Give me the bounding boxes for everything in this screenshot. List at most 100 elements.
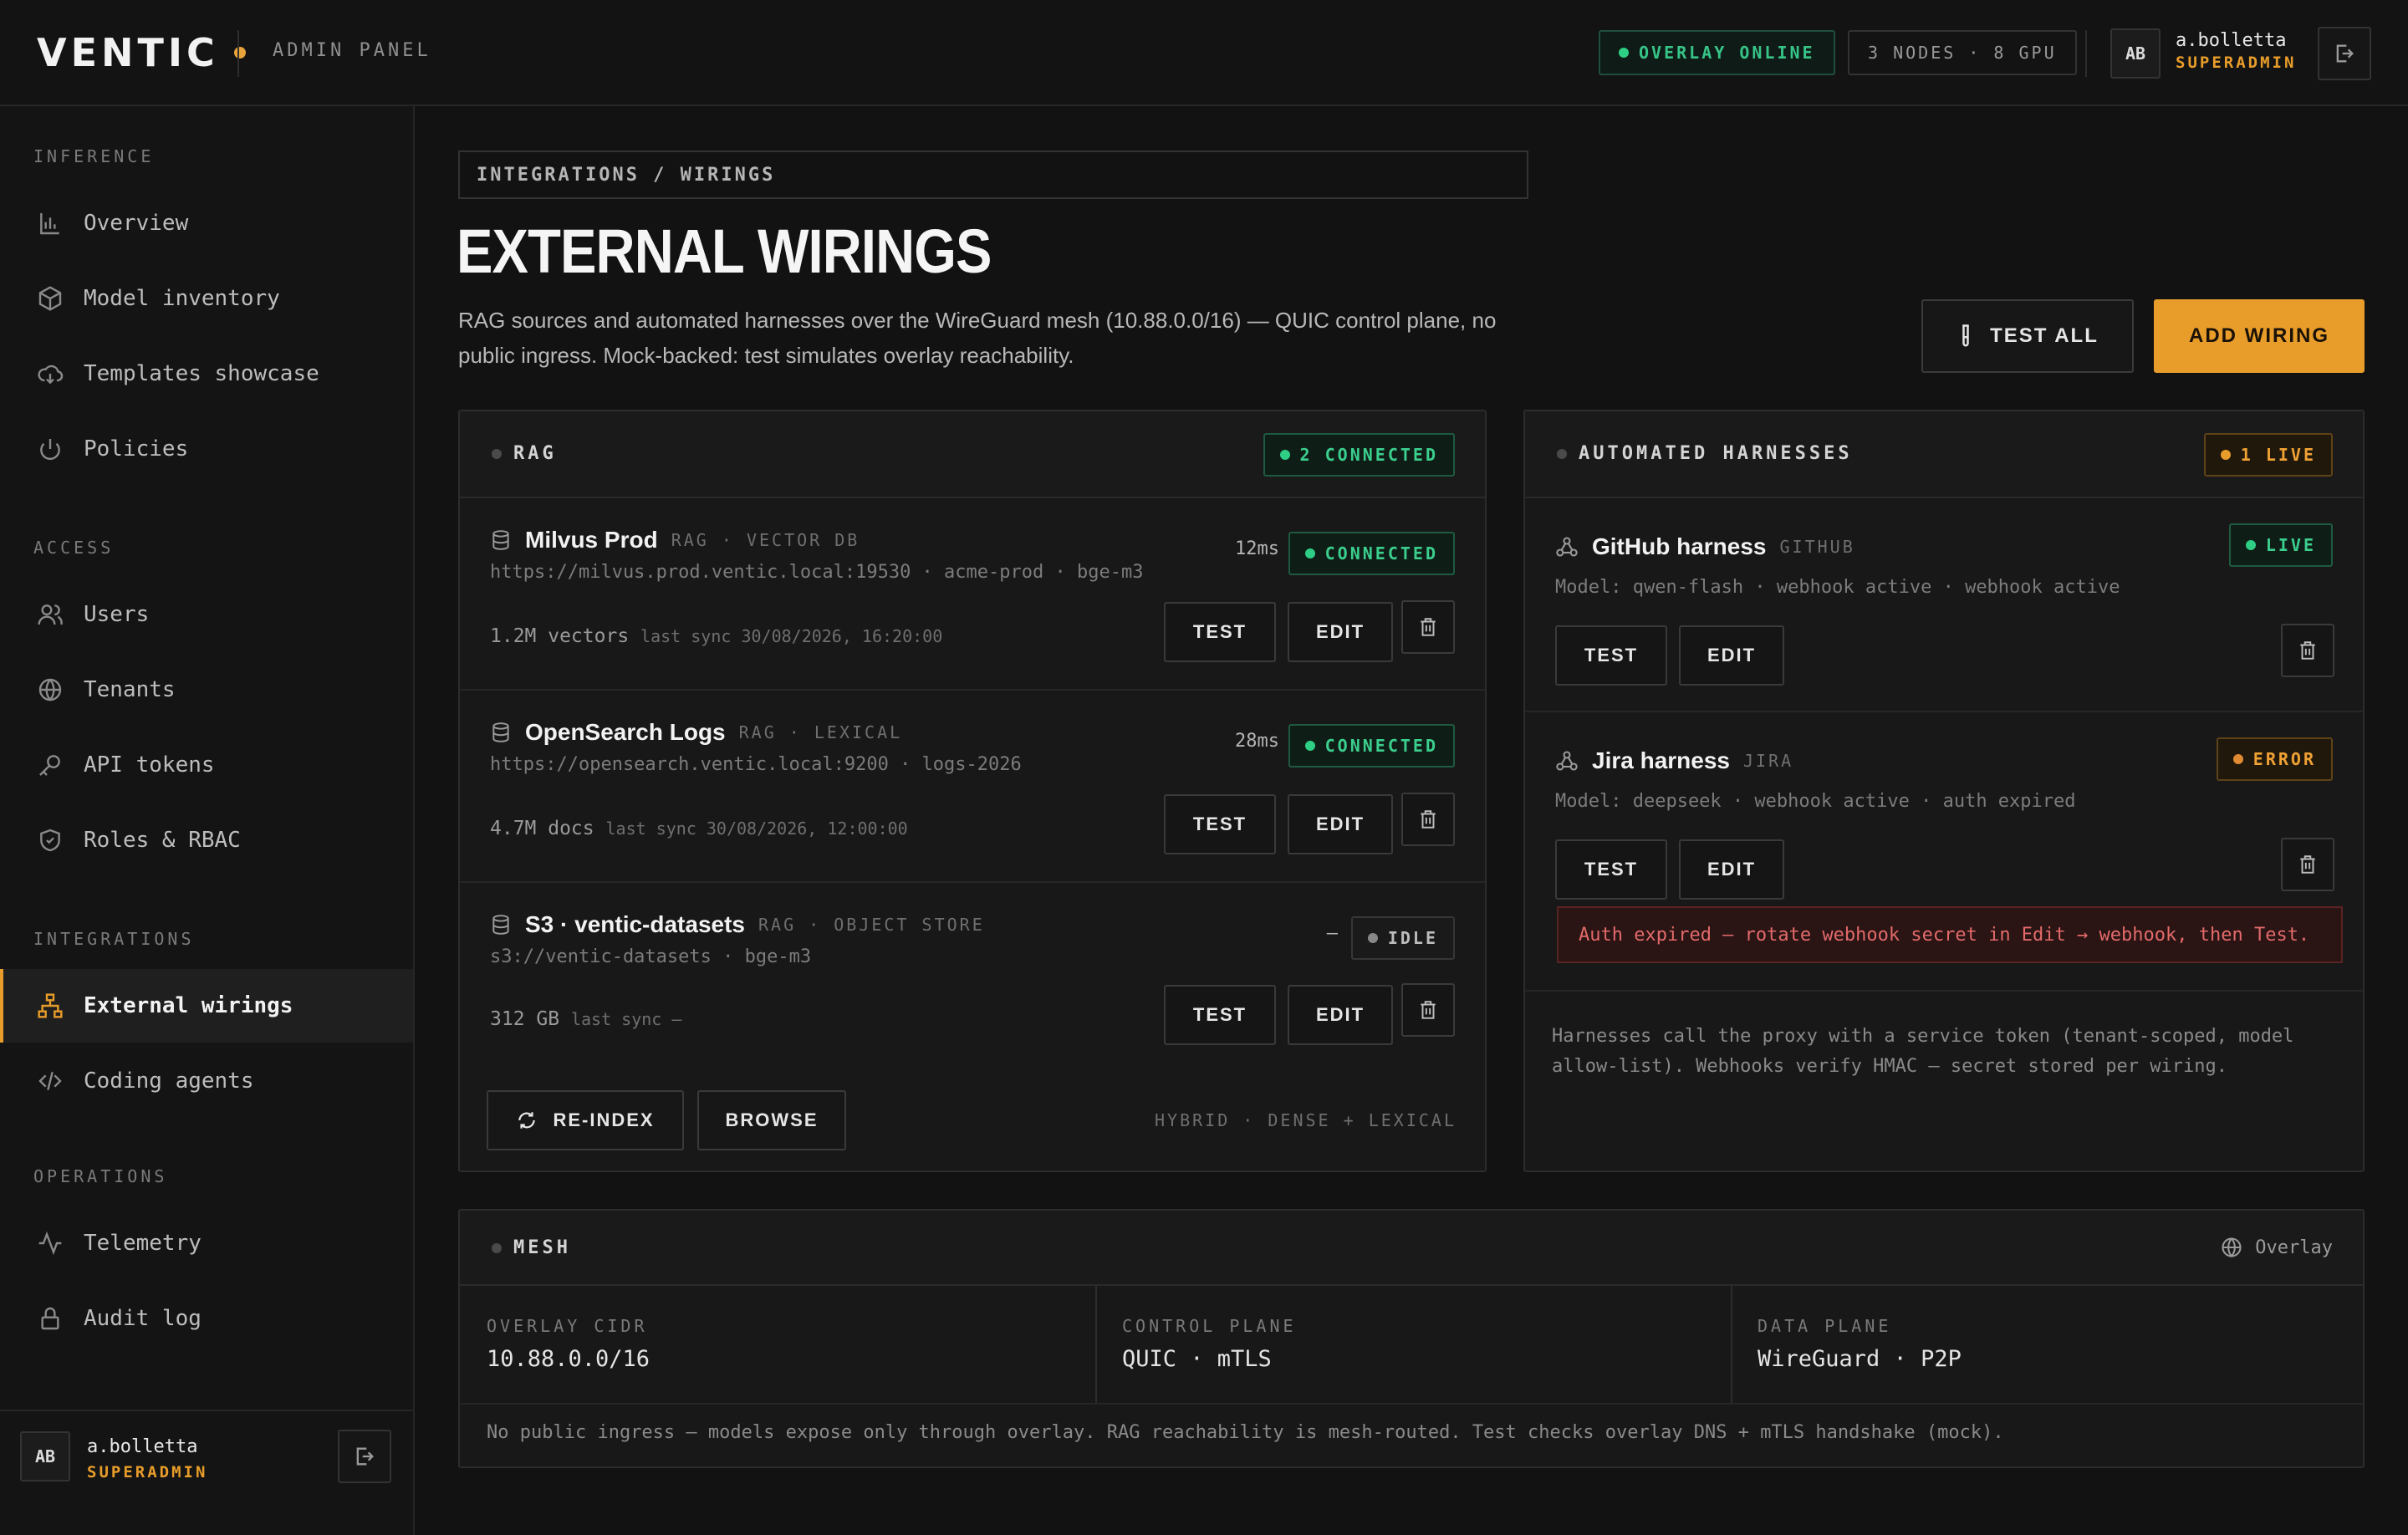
section-dot-icon <box>492 1242 502 1253</box>
test-all-button[interactable]: TEST ALL <box>1921 299 2134 373</box>
overlay-label: Overlay <box>2255 1237 2333 1258</box>
delete-button[interactable] <box>1401 793 1455 846</box>
database-icon <box>492 722 509 742</box>
trash-icon <box>2300 641 2315 660</box>
harness-name-text: GitHub harness <box>1592 533 1767 559</box>
logout-button[interactable] <box>2318 27 2371 80</box>
edit-button[interactable]: EDIT <box>1679 839 1784 900</box>
trash-icon <box>1421 810 1436 829</box>
sync-text: last sync 30/08/2026, 16:20:00 <box>640 626 943 646</box>
status-text: LIVE <box>2265 535 2316 555</box>
nav-section-operations: OPERATIONS <box>33 1166 168 1186</box>
top-bar: VENTIC ADMIN PANEL OVERLAY ONLINE 3 NODE… <box>0 0 2408 106</box>
bar-chart-icon <box>40 213 59 235</box>
list-item: Jira harness JIRA ERROR Model: deepseek ·… <box>1525 712 2363 992</box>
harness-meta: Model: deepseek · webhook active · auth … <box>1555 791 2076 812</box>
status-dot-icon <box>1619 48 1629 58</box>
sidebar-item-overview[interactable]: Overview <box>0 186 413 260</box>
status-text: IDLE <box>1387 928 1438 948</box>
harnesses-note: Harnesses call the proxy with a service … <box>1552 1026 2294 1077</box>
edit-button[interactable]: EDIT <box>1679 625 1784 686</box>
user-role: SUPERADMIN <box>87 1463 208 1481</box>
sidebar-footer: AB a.bolletta SUPERADMIN <box>0 1410 413 1535</box>
sidebar-item-telemetry[interactable]: Telemetry <box>0 1206 413 1280</box>
sidebar-item-audit-log[interactable]: Audit log <box>0 1282 413 1355</box>
sidebar-item-external-wirings[interactable]: External wirings <box>0 969 413 1043</box>
mesh-cell-overlay-cidr: OVERLAY CIDR 10.88.0.0/16 <box>487 1286 1072 1403</box>
breadcrumb[interactable]: INTEGRATIONS / WIRINGS <box>458 150 1528 199</box>
key-icon <box>39 755 60 776</box>
edit-button[interactable]: EDIT <box>1288 794 1393 854</box>
add-wiring-button[interactable]: ADD WIRING <box>2154 299 2365 373</box>
list-item: OpenSearch Logs RAG · LEXICAL https://ope… <box>460 691 1485 883</box>
browse-button[interactable]: BROWSE <box>697 1090 846 1150</box>
trash-icon <box>1421 618 1436 636</box>
page-title: EXTERNAL WIRINGS <box>457 217 992 286</box>
cube-icon <box>38 286 62 311</box>
mesh-cell-label: OVERLAY CIDR <box>487 1316 648 1336</box>
harness-name: Jira harness JIRA <box>1555 747 1793 774</box>
test-button[interactable]: TEST <box>1555 625 1667 686</box>
harness-tag: GITHUB <box>1779 537 1855 557</box>
delete-button[interactable] <box>1401 983 1455 1037</box>
sidebar-item-label: Policies <box>84 436 189 462</box>
avatar[interactable]: AB <box>2110 28 2161 79</box>
test-button[interactable]: TEST <box>1164 985 1276 1045</box>
sidebar-item-users[interactable]: Users <box>0 578 413 651</box>
wiring-name-text: OpenSearch Logs <box>525 719 726 745</box>
page-description: RAG sources and automated harnesses over… <box>458 308 1497 368</box>
test-button[interactable]: TEST <box>1164 602 1276 662</box>
lock-icon <box>41 1307 59 1330</box>
status-text: CONNECTED <box>1324 543 1438 564</box>
sidebar-item-templates-showcase[interactable]: Templates showcase <box>0 337 413 411</box>
divider <box>237 30 239 77</box>
rag-status-text: 2 CONNECTED <box>1299 445 1438 465</box>
mesh-panel-header: MESH Overlay <box>460 1211 2363 1286</box>
overlay-indicator[interactable]: Overlay <box>2220 1236 2333 1259</box>
sidebar-item-coding-agents[interactable]: Coding agents <box>0 1044 413 1118</box>
latency: 28ms <box>1235 731 1279 752</box>
globe-icon <box>2222 1237 2242 1258</box>
status-badge: 2 CONNECTED <box>1263 433 1455 477</box>
sidebar-item-model-inventory[interactable]: Model inventory <box>0 262 413 335</box>
delete-button[interactable] <box>1401 600 1455 654</box>
divider <box>1731 1286 1732 1403</box>
delete-button[interactable] <box>2281 624 2334 677</box>
sidebar-item-label: Model inventory <box>84 286 280 311</box>
divider <box>460 1403 2363 1405</box>
overlay-status-pill: OVERLAY ONLINE <box>1599 30 1835 75</box>
mesh-cell-label: CONTROL PLANE <box>1122 1316 1297 1336</box>
harnesses-title-text: AUTOMATED HARNESSES <box>1579 443 1853 464</box>
wiring-url: https://opensearch.ventic.local:9200 · l… <box>490 754 1022 775</box>
logo-text: VENTIC <box>37 30 219 75</box>
globe-icon <box>38 678 62 701</box>
test-tube-icon <box>1962 324 1969 347</box>
edit-button[interactable]: EDIT <box>1288 985 1393 1045</box>
sidebar-item-policies[interactable]: Policies <box>0 412 413 486</box>
wiring-name-text: Milvus Prod <box>525 527 658 553</box>
logout-button[interactable] <box>338 1430 391 1483</box>
status-badge: CONNECTED <box>1288 724 1455 768</box>
harness-name: GitHub harness GITHUB <box>1555 533 1855 560</box>
sidebar-item-label: Audit log <box>84 1306 202 1331</box>
wiring-name-text: S3 · ventic-datasets <box>525 911 745 937</box>
test-button[interactable]: TEST <box>1164 794 1276 854</box>
avatar[interactable]: AB <box>20 1431 70 1481</box>
reindex-button[interactable]: RE-INDEX <box>487 1090 684 1150</box>
sidebar-item-tenants[interactable]: Tenants <box>0 653 413 727</box>
code-icon <box>38 1072 62 1090</box>
sidebar-item-roles-rbac[interactable]: Roles & RBAC <box>0 803 413 877</box>
trash-icon <box>2300 855 2315 874</box>
rag-title-text: RAG <box>513 443 557 464</box>
mesh-cell-data-plane: DATA PLANE WireGuard · P2P <box>1758 1286 2343 1403</box>
delete-button[interactable] <box>2281 838 2334 891</box>
nav-section-inference: INFERENCE <box>33 146 155 166</box>
edit-button[interactable]: EDIT <box>1288 602 1393 662</box>
list-item: Milvus Prod RAG · VECTOR DB https://milvu… <box>460 498 1485 691</box>
network-icon <box>38 993 63 1018</box>
status-badge: LIVE <box>2228 523 2333 567</box>
test-button[interactable]: TEST <box>1555 839 1667 900</box>
logo[interactable]: VENTIC <box>37 30 246 75</box>
reindex-label: RE-INDEX <box>553 1109 655 1130</box>
sidebar-item-api-tokens[interactable]: API tokens <box>0 728 413 802</box>
